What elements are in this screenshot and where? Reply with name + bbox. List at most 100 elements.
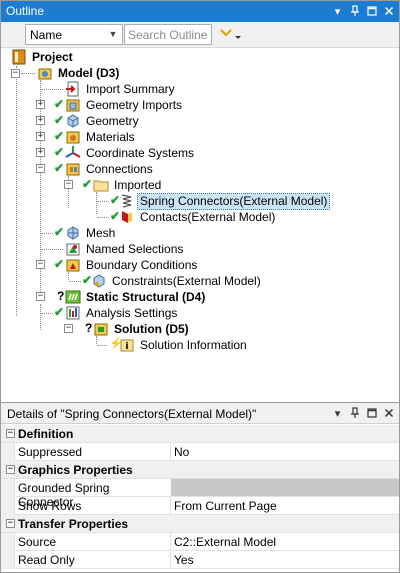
property-row-show-rows[interactable]: Show Rows From Current Page — [1, 497, 399, 515]
tree-label-connections: Connections — [86, 161, 153, 176]
expand-toggle[interactable]: + — [36, 116, 45, 125]
tree-item-connections[interactable]: Connections — [65, 161, 154, 177]
pin-icon[interactable] — [346, 3, 363, 19]
tree-item-named-selections[interactable]: Named Selections — [65, 241, 184, 257]
tree-line — [97, 217, 109, 218]
dropdown-icon[interactable]: ▾ — [329, 405, 346, 421]
question-mark-icon: ? — [57, 289, 65, 303]
tree-label-solution: Solution (D5) — [114, 321, 189, 336]
maximize-icon[interactable] — [363, 3, 380, 19]
details-panel: Details of "Spring Connectors(External M… — [1, 402, 399, 572]
tree-line — [97, 201, 109, 202]
tree-item-constraints[interactable]: Constraints(External Model) — [91, 273, 262, 289]
section-definition[interactable]: − Definition — [1, 425, 399, 443]
tree-item-solution[interactable]: Solution (D5) — [93, 321, 190, 337]
row-gutter — [1, 497, 15, 515]
section-transfer-properties[interactable]: − Transfer Properties — [1, 515, 399, 533]
tree-line — [96, 336, 97, 344]
property-value[interactable]: C2::External Model — [174, 535, 276, 549]
named-selections-icon — [66, 243, 80, 256]
tree-item-project[interactable]: Project — [11, 49, 74, 65]
tree-item-mesh[interactable]: Mesh — [65, 225, 116, 241]
column-divider — [170, 551, 171, 569]
row-gutter — [1, 551, 15, 569]
property-value[interactable]: From Current Page — [174, 499, 277, 513]
collapse-toggle[interactable]: − — [36, 164, 45, 173]
pin-icon[interactable] — [346, 405, 363, 421]
row-gutter — [1, 479, 15, 497]
property-key: Show Rows — [18, 499, 82, 513]
tree-item-spring-connectors[interactable]: Spring Connectors(External Model) — [119, 192, 331, 210]
tree-label-materials: Materials — [86, 129, 135, 144]
collapse-toggle[interactable]: − — [36, 292, 45, 301]
expand-toggle[interactable]: + — [36, 132, 45, 141]
tree-item-materials[interactable]: Materials — [65, 129, 136, 145]
check-icon: ✔ — [54, 97, 65, 111]
collapse-toggle[interactable]: − — [64, 324, 73, 333]
tree-item-coordinate-systems[interactable]: Coordinate Systems — [65, 145, 195, 161]
dropdown-icon[interactable]: ▾ — [329, 3, 346, 19]
property-row-suppressed[interactable]: Suppressed No — [1, 443, 399, 461]
chevron-down-icon[interactable]: ▼ — [106, 27, 120, 42]
tree-label-project: Project — [32, 49, 73, 64]
tree-line — [68, 272, 69, 280]
check-icon: ✔ — [54, 257, 65, 271]
close-icon[interactable] — [380, 405, 397, 421]
tree-label-constraints: Constraints(External Model) — [112, 273, 261, 288]
expand-toggle[interactable]: + — [36, 100, 45, 109]
tree-item-contacts[interactable]: Contacts(External Model) — [119, 209, 276, 225]
tree-item-import-summary[interactable]: Import Summary — [65, 81, 176, 97]
tree-item-analysis-settings[interactable]: Analysis Settings — [65, 305, 178, 321]
geometry-imports-icon — [66, 99, 80, 112]
outline-title: Outline — [6, 4, 45, 18]
check-icon: ✔ — [54, 129, 65, 143]
collapse-toggle[interactable]: − — [6, 429, 15, 438]
search-input[interactable] — [125, 25, 211, 44]
property-row-read-only[interactable]: Read Only Yes — [1, 551, 399, 569]
collapse-toggle[interactable]: − — [6, 519, 15, 528]
tree-item-geometry-imports[interactable]: Geometry Imports — [65, 97, 183, 113]
collapse-toggle[interactable]: − — [6, 465, 15, 474]
collapse-toggle[interactable]: − — [64, 180, 73, 189]
property-key: Source — [18, 535, 57, 549]
tree-item-imported[interactable]: Imported — [93, 177, 162, 193]
tree-label-named-selections: Named Selections — [86, 241, 184, 256]
name-select[interactable]: Name ▼ — [25, 24, 123, 45]
collapse-toggle[interactable]: − — [11, 69, 20, 78]
tree-line — [41, 89, 63, 90]
property-value[interactable]: Yes — [174, 553, 194, 567]
materials-icon — [66, 131, 80, 144]
outline-tree: Project − Model (D3) Import Summary + ✔ … — [1, 48, 399, 400]
row-gutter — [1, 443, 15, 461]
details-grid: − Definition Suppressed No − Graphics Pr… — [1, 425, 399, 569]
search-outline-box[interactable] — [124, 24, 212, 45]
expand-toggle[interactable]: + — [36, 148, 45, 157]
property-value-disabled — [171, 479, 399, 496]
collapse-toggle[interactable]: − — [36, 260, 45, 269]
row-gutter — [1, 533, 15, 551]
section-graphics-properties[interactable]: − Graphics Properties — [1, 461, 399, 479]
tree-line — [41, 249, 63, 250]
tree-item-solution-information[interactable]: Solution Information — [119, 337, 248, 353]
maximize-icon[interactable] — [363, 405, 380, 421]
property-key: Read Only — [18, 553, 75, 567]
property-value[interactable]: No — [174, 445, 189, 459]
close-icon[interactable] — [380, 3, 397, 19]
tree-item-static-structural[interactable]: Static Structural (D4) — [65, 289, 206, 305]
expand-options-button[interactable] — [218, 26, 244, 44]
import-summary-icon — [66, 81, 79, 97]
tree-label-coordinate-systems: Coordinate Systems — [86, 145, 195, 160]
property-row-grounded-spring-connector[interactable]: Grounded Spring Connector — [1, 479, 399, 509]
tree-item-geometry[interactable]: Geometry — [65, 113, 140, 129]
tree-item-boundary-conditions[interactable]: Boundary Conditions — [65, 257, 198, 273]
tree-label-solution-information: Solution Information — [140, 337, 247, 352]
tree-line — [96, 192, 97, 214]
check-icon: ✔ — [82, 177, 93, 191]
check-icon: ✔ — [54, 113, 65, 127]
tree-item-model[interactable]: Model (D3) — [37, 65, 120, 81]
tree-line — [41, 313, 53, 314]
details-titlebar: Details of "Spring Connectors(External M… — [1, 403, 399, 424]
property-row-source[interactable]: Source C2::External Model — [1, 533, 399, 551]
tree-line — [40, 304, 41, 330]
outline-toolbar: Name ▼ — [1, 22, 399, 48]
